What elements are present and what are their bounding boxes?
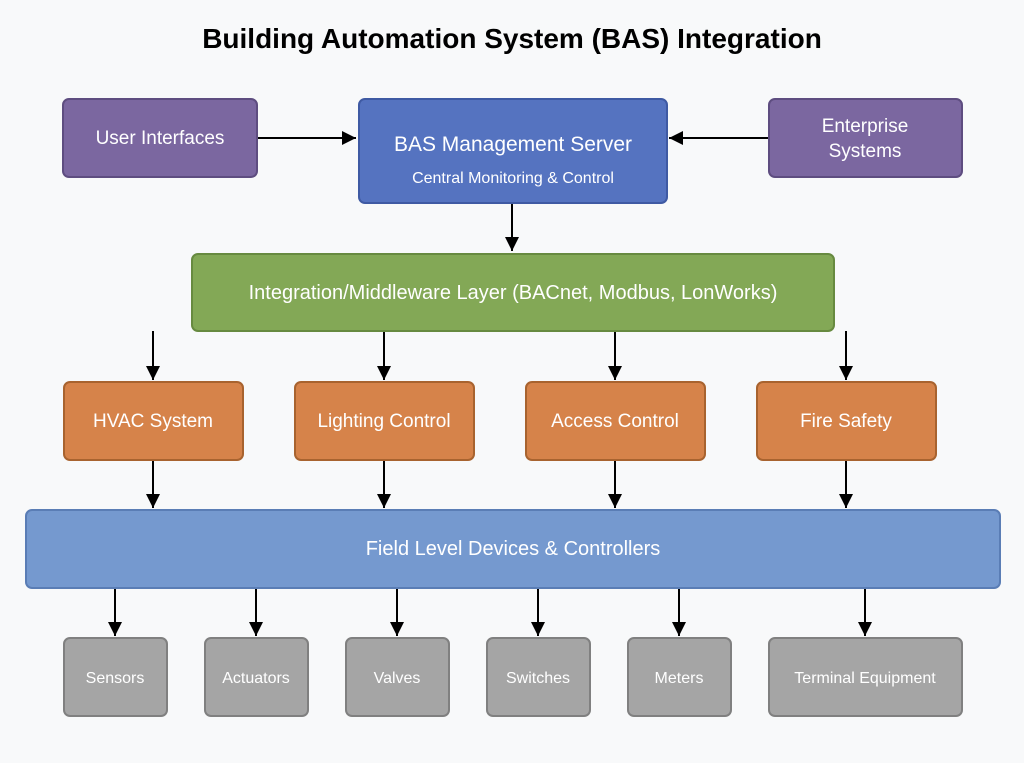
node-label: HVAC System	[93, 411, 213, 432]
node-switches[interactable]: Switches	[486, 637, 591, 717]
node-terminal-equipment[interactable]: Terminal Equipment	[768, 637, 963, 717]
node-label: Sensors	[86, 670, 145, 687]
bas-diagram: Building Automation System (BAS) Integra…	[25, 23, 1001, 717]
node-access-control[interactable]: Access Control	[525, 381, 706, 461]
node-hvac[interactable]: HVAC System	[63, 381, 244, 461]
node-label: User Interfaces	[96, 128, 225, 149]
node-label-line-1: Enterprise	[822, 116, 909, 137]
node-fire-safety[interactable]: Fire Safety	[756, 381, 937, 461]
node-label: Fire Safety	[800, 411, 892, 432]
node-label: Field Level Devices & Controllers	[366, 538, 661, 560]
diagram-title: Building Automation System (BAS) Integra…	[202, 23, 822, 54]
node-label: Switches	[506, 670, 570, 687]
node-valves[interactable]: Valves	[345, 637, 450, 717]
node-actuators[interactable]: Actuators	[204, 637, 309, 717]
node-field-devices[interactable]: Field Level Devices & Controllers	[25, 509, 1001, 589]
node-label: Integration/Middleware Layer (BACnet, Mo…	[249, 282, 778, 304]
node-label: Access Control	[551, 411, 679, 432]
node-label: Meters	[655, 670, 704, 687]
node-label: Lighting Control	[317, 411, 450, 432]
node-user-interfaces[interactable]: User Interfaces	[62, 98, 258, 178]
node-label: Terminal Equipment	[794, 670, 936, 687]
node-label: Actuators	[222, 670, 290, 687]
node-sensors[interactable]: Sensors	[63, 637, 168, 717]
node-bas-server[interactable]: BAS Management Server Central Monitoring…	[358, 98, 668, 204]
node-sublabel: Central Monitoring & Control	[412, 170, 614, 187]
node-box	[768, 98, 963, 178]
node-label-line-2: Systems	[829, 141, 902, 162]
node-meters[interactable]: Meters	[627, 637, 732, 717]
node-label: Valves	[374, 670, 421, 687]
node-enterprise-systems[interactable]: Enterprise Systems	[768, 98, 963, 178]
node-label: BAS Management Server	[394, 133, 632, 156]
node-middleware[interactable]: Integration/Middleware Layer (BACnet, Mo…	[191, 253, 835, 332]
node-lighting-control[interactable]: Lighting Control	[294, 381, 475, 461]
